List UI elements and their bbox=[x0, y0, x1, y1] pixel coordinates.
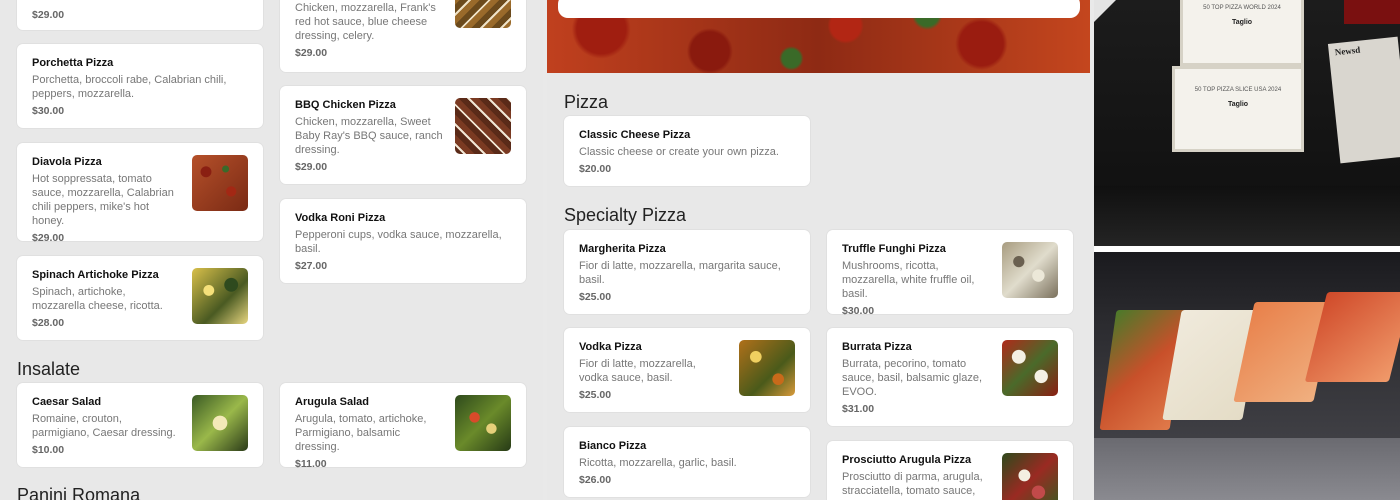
item-description: Pepperoni cups, vodka sauce, mozzarella,… bbox=[295, 229, 502, 255]
item-price: $30.00 bbox=[842, 305, 875, 317]
pizza-photo-icon bbox=[192, 155, 248, 211]
item-price: $30.00 bbox=[32, 105, 65, 117]
pizza-display-photo bbox=[1094, 252, 1400, 500]
newspaper-clipping: Newsd bbox=[1327, 36, 1400, 164]
header-card bbox=[558, 0, 1080, 18]
item-name: Classic Cheese Pizza bbox=[579, 129, 691, 141]
pizza-photo-icon bbox=[1002, 453, 1058, 500]
item-description: Fior di latte, mozzarella, vodka sauce, … bbox=[579, 358, 696, 384]
menu-item-card[interactable]: Porchetta Pizza Porchetta, broccoli rabe… bbox=[17, 44, 263, 128]
section-title: Pizza bbox=[564, 92, 609, 112]
item-description: Hot soppressata, tomato sauce, mozzarell… bbox=[32, 173, 174, 227]
menu-item-card[interactable]: Vodka Roni Pizza Pepperoni cups, vodka s… bbox=[280, 199, 526, 283]
red-sign bbox=[1344, 0, 1400, 24]
item-name: BBQ Chicken Pizza bbox=[295, 99, 396, 111]
pizza-photo-icon bbox=[192, 268, 248, 324]
item-price: $10.00 bbox=[32, 444, 65, 456]
item-description: Porchetta, broccoli rabe, Calabrian chil… bbox=[32, 74, 227, 100]
item-name: Bianco Pizza bbox=[579, 440, 647, 452]
item-price: $29.00 bbox=[32, 9, 65, 21]
salad-photo-icon bbox=[455, 395, 511, 451]
item-description: Arugula, tomato, artichoke, Parmigiano, … bbox=[295, 413, 427, 453]
item-price: $29.00 bbox=[295, 47, 328, 59]
item-price: $11.00 bbox=[295, 458, 327, 470]
pizza-photo-icon bbox=[1002, 340, 1058, 396]
item-name: Porchetta Pizza bbox=[32, 57, 114, 69]
newspaper-title: Newsd bbox=[1334, 44, 1361, 58]
restaurant-wall-photo: 50 TOP PIZZA WORLD 2024 Taglio 50 TOP PI… bbox=[1094, 0, 1400, 246]
item-description: Fior di latte, mozzarella, margarita sau… bbox=[579, 260, 781, 286]
menu-item-card[interactable]: Prosciutto Arugula Pizza Prosciutto di p… bbox=[827, 441, 1073, 500]
item-name: Diavola Pizza bbox=[32, 156, 102, 168]
menu-item-card[interactable]: BBQ Chicken Pizza Chicken, mozzarella, S… bbox=[280, 86, 526, 184]
item-name: Vodka Pizza bbox=[579, 341, 642, 353]
item-price: $28.00 bbox=[32, 317, 65, 329]
award-frame-icon: 50 TOP PIZZA SLICE USA 2024 Taglio bbox=[1172, 66, 1304, 152]
menu-item-card[interactable]: Truffle Funghi Pizza Mushrooms, ricotta,… bbox=[827, 230, 1073, 317]
item-name: Vodka Roni Pizza bbox=[295, 212, 386, 224]
section-title: Panini Romana bbox=[17, 485, 141, 500]
item-description: Romaine, crouton, parmigiano, Caesar dre… bbox=[32, 413, 176, 439]
granite-counter bbox=[1094, 438, 1400, 500]
item-name: Prosciutto Arugula Pizza bbox=[842, 454, 972, 466]
item-price: $29.00 bbox=[32, 232, 65, 244]
pizza-photo-icon bbox=[455, 98, 511, 154]
item-description: Ricotta, mozzarella, garlic, basil. bbox=[579, 457, 737, 469]
menu-item-card[interactable]: Bianco Pizza Ricotta, mozzarella, garlic… bbox=[564, 427, 810, 497]
menu-item-card[interactable]: Diavola Pizza Hot soppressata, tomato sa… bbox=[17, 143, 263, 244]
menu-item-card[interactable]: Classic Cheese Pizza Classic cheese or c… bbox=[564, 116, 810, 186]
item-name: Margherita Pizza bbox=[579, 243, 666, 255]
item-price: $29.00 bbox=[295, 161, 328, 173]
salad-photo-icon bbox=[192, 395, 248, 451]
award-name: Taglio bbox=[1231, 19, 1253, 26]
menu-item-card[interactable]: Vodka Pizza Fior di latte, mozzarella, v… bbox=[564, 328, 810, 412]
item-name: Burrata Pizza bbox=[842, 341, 912, 353]
item-name: Arugula Salad bbox=[295, 396, 369, 408]
item-name: Truffle Funghi Pizza bbox=[842, 243, 946, 255]
item-price: $26.00 bbox=[579, 474, 612, 486]
menu-item-card[interactable]: Burrata Pizza Burrata, pecorino, tomato … bbox=[827, 328, 1073, 426]
menu-item-card[interactable]: Spinach Artichoke Pizza Spinach, articho… bbox=[17, 256, 263, 340]
menu-item-card[interactable]: Margherita Pizza Fior di latte, mozzarel… bbox=[564, 230, 810, 314]
item-price: $27.00 bbox=[295, 260, 328, 272]
menu-panel-left: $29.00 Porchetta Pizza Porchetta, brocco… bbox=[0, 0, 543, 500]
menu-item-card-partial[interactable]: Chicken, mozzarella, Frank's red hot sau… bbox=[280, 0, 526, 72]
item-description: Burrata, pecorino, tomato sauce, basil, … bbox=[842, 358, 983, 398]
pizza-photo-icon bbox=[1002, 242, 1058, 298]
item-price: $31.00 bbox=[842, 403, 875, 415]
menu-item-card-partial[interactable]: $29.00 bbox=[17, 0, 263, 30]
photo-corner bbox=[1094, 0, 1116, 22]
item-description: Classic cheese or create your own pizza. bbox=[579, 146, 779, 158]
photo-panel: 50 TOP PIZZA WORLD 2024 Taglio 50 TOP PI… bbox=[1094, 0, 1400, 500]
menu-item-card[interactable]: Arugula Salad Arugula, tomato, artichoke… bbox=[280, 383, 526, 470]
item-price: $20.00 bbox=[579, 163, 612, 175]
item-description: Prosciutto di parma, arugula, stracciate… bbox=[842, 471, 983, 497]
item-description: Spinach, artichoke, mozzarella cheese, r… bbox=[32, 286, 163, 312]
menu-panel-middle: Pizza Classic Cheese Pizza Classic chees… bbox=[547, 0, 1090, 500]
menu-item-card[interactable]: Caesar Salad Romaine, crouton, parmigian… bbox=[17, 383, 263, 467]
item-price: $25.00 bbox=[579, 291, 612, 303]
award-heading: 50 TOP PIZZA WORLD 2024 bbox=[1203, 5, 1281, 11]
pizza-photo-icon bbox=[455, 0, 511, 28]
award-frame-icon: 50 TOP PIZZA WORLD 2024 Taglio bbox=[1180, 0, 1304, 66]
section-title: Insalate bbox=[17, 359, 81, 379]
item-name: Spinach Artichoke Pizza bbox=[32, 269, 159, 281]
item-name: Caesar Salad bbox=[32, 396, 102, 408]
section-title: Specialty Pizza bbox=[564, 205, 687, 225]
item-description: Chicken, mozzarella, Sweet Baby Ray's BB… bbox=[295, 116, 443, 156]
item-description: Mushrooms, ricotta, mozzarella, white fr… bbox=[842, 260, 975, 300]
counter-edge bbox=[1094, 186, 1400, 246]
award-heading: 50 TOP PIZZA SLICE USA 2024 bbox=[1194, 87, 1282, 93]
item-price: $25.00 bbox=[579, 389, 612, 401]
item-description: Chicken, mozzarella, Frank's red hot sau… bbox=[295, 2, 436, 42]
award-name: Taglio bbox=[1227, 101, 1249, 108]
pizza-photo-icon bbox=[739, 340, 795, 396]
